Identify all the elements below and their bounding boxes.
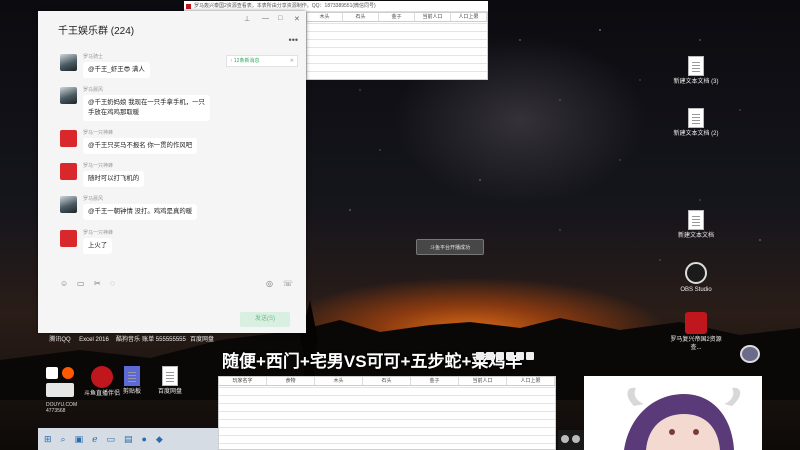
sheet-header-row: 木头 石头 金子 当前人口 人口上限: [307, 13, 487, 22]
document-icon: [162, 366, 178, 386]
browser-icon[interactable]: ℯ: [92, 434, 97, 445]
column-header: 玩家名字: [219, 377, 267, 385]
message-bubble: @千王_虾王😎 满人: [83, 62, 150, 78]
obs-icon: [685, 262, 707, 284]
column-header: 木头: [307, 13, 343, 21]
phone-icon[interactable]: ☏: [283, 279, 293, 288]
app-icon[interactable]: ◆: [156, 434, 163, 445]
avatar[interactable]: [60, 163, 77, 180]
message-bubble: @千王只买马不报名 你一贯的作风吧: [83, 138, 198, 154]
store-icon[interactable]: ▤: [124, 434, 133, 445]
sheet-grid[interactable]: [219, 387, 555, 449]
column-header: 当前人口: [459, 377, 507, 385]
toast-notification: 斗鱼平台开播成功: [416, 239, 484, 255]
desktop-icon-new-text-doc-3[interactable]: 新建文本文档 (3): [670, 56, 722, 86]
tool-icon[interactable]: [486, 352, 494, 360]
search-icon[interactable]: ⌕: [61, 434, 66, 445]
tool-icon[interactable]: [526, 352, 534, 360]
clipboard-icon: [124, 366, 140, 386]
facecam-overlay: [584, 376, 762, 450]
pin-icon[interactable]: ⊥: [244, 15, 250, 23]
tool-icon[interactable]: [476, 352, 484, 360]
column-header: 人口上限: [451, 13, 487, 21]
column-header: 人口上限: [507, 377, 555, 385]
douyu-logo: [46, 367, 74, 397]
sender-name: 罗马一只神蜂: [83, 163, 114, 169]
more-options-icon[interactable]: •••: [289, 35, 298, 45]
sender-name: 罗马一只神蜂: [83, 230, 114, 236]
text-document-icon: [688, 210, 704, 230]
record-button[interactable]: [740, 345, 760, 363]
sender-name: 罗马晨风: [83, 87, 104, 93]
desktop-icon-rome-resource[interactable]: 罗马复兴帝国2资源查...: [670, 312, 722, 352]
scissors-icon[interactable]: ✂: [94, 279, 101, 288]
chat-title: 千王娱乐群 (224): [58, 26, 135, 37]
tool-icon[interactable]: [506, 352, 514, 360]
message-bubble: 上火了: [83, 238, 113, 254]
sender-name: 罗马一只神蜂: [83, 130, 114, 136]
file-explorer-icon[interactable]: ▭: [106, 434, 115, 445]
desktop-icon-new-text-doc[interactable]: 新建文本文档: [670, 210, 722, 240]
sender-name: 罗马骑士: [83, 54, 104, 60]
avatar[interactable]: [60, 54, 77, 71]
windows-start-icon[interactable]: ⊞: [44, 434, 52, 445]
chat-window[interactable]: 千王娱乐群 (224) ⊥ — □ ✕ ••• ↑ 12条新消息 ✕ 罗马骑士 @…: [38, 11, 306, 333]
text-document-icon: [688, 56, 704, 76]
banner-toolbar: [476, 352, 534, 360]
app-icon[interactable]: ●: [141, 434, 146, 444]
maximize-icon[interactable]: □: [278, 15, 282, 22]
send-button[interactable]: 发送(S): [240, 312, 290, 327]
desktop-icon-obs-studio[interactable]: OBS Studio: [670, 262, 722, 294]
history-icon[interactable]: ◎: [266, 279, 273, 288]
sheet-header-row: 玩家名字 食物 木头 石头 金子 当前人口 人口上限: [219, 377, 555, 386]
minimize-icon[interactable]: —: [262, 15, 269, 22]
chat-bubble-icon[interactable]: ◌: [110, 279, 115, 288]
column-header: 石头: [343, 13, 379, 21]
column-header: 金子: [411, 377, 459, 385]
taskbar: ⊞ ⌕ ▣ ℯ ▭ ▤ ● ◆: [38, 428, 218, 450]
tool-icon[interactable]: [516, 352, 524, 360]
column-header: 当前人口: [415, 13, 451, 21]
text-document-icon: [688, 108, 704, 128]
sheet-grid[interactable]: [307, 23, 487, 79]
avatar[interactable]: [60, 87, 77, 104]
tray-strip: [558, 430, 584, 450]
anime-avatar-image: [584, 376, 762, 450]
emoji-icon[interactable]: ☺: [60, 279, 68, 288]
tray-icon[interactable]: [561, 435, 569, 443]
avatar[interactable]: [60, 230, 77, 247]
avatar[interactable]: [60, 196, 77, 213]
folder-icon[interactable]: ▭: [77, 279, 85, 288]
bottom-spreadsheet[interactable]: 玩家名字 食物 木头 石头 金子 当前人口 人口上限: [218, 376, 556, 450]
top-spreadsheet[interactable]: 木头 石头 金子 当前人口 人口上限: [306, 12, 488, 80]
task-view-icon[interactable]: ▣: [75, 434, 84, 445]
desktop-icon-baidu-pan[interactable]: 百度网盘: [176, 336, 228, 344]
new-messages-notice[interactable]: ↑ 12条新消息 ✕: [226, 55, 298, 67]
message-bubble: @千王奶妈娘 我现在一只手拿手机，一只 手放在鸡鸡那取暖: [83, 95, 210, 121]
close-icon[interactable]: ✕: [294, 15, 300, 23]
message-bubble: @千王一朝钟情 没打。鸡鸡是真的暖: [83, 204, 198, 220]
message-bubble: 随时可以打飞机的: [83, 171, 145, 187]
column-header: 金子: [379, 13, 415, 21]
column-header: 木头: [315, 377, 363, 385]
tool-icon[interactable]: [496, 352, 504, 360]
app-icon: [685, 312, 707, 334]
tray-icon[interactable]: [572, 435, 580, 443]
close-notice-icon[interactable]: ✕: [290, 56, 294, 67]
desktop-icon-baidu-pan-2[interactable]: 百度网盘: [144, 366, 196, 396]
douyu-watermark: DOUYU.COM 4773568: [46, 402, 78, 414]
desktop-icon-new-text-doc-2[interactable]: 新建文本文档 (2): [670, 108, 722, 138]
avatar[interactable]: [60, 130, 77, 147]
sender-name: 罗马晨风: [83, 196, 104, 202]
column-header: 石头: [363, 377, 411, 385]
column-header: 食物: [267, 377, 315, 385]
